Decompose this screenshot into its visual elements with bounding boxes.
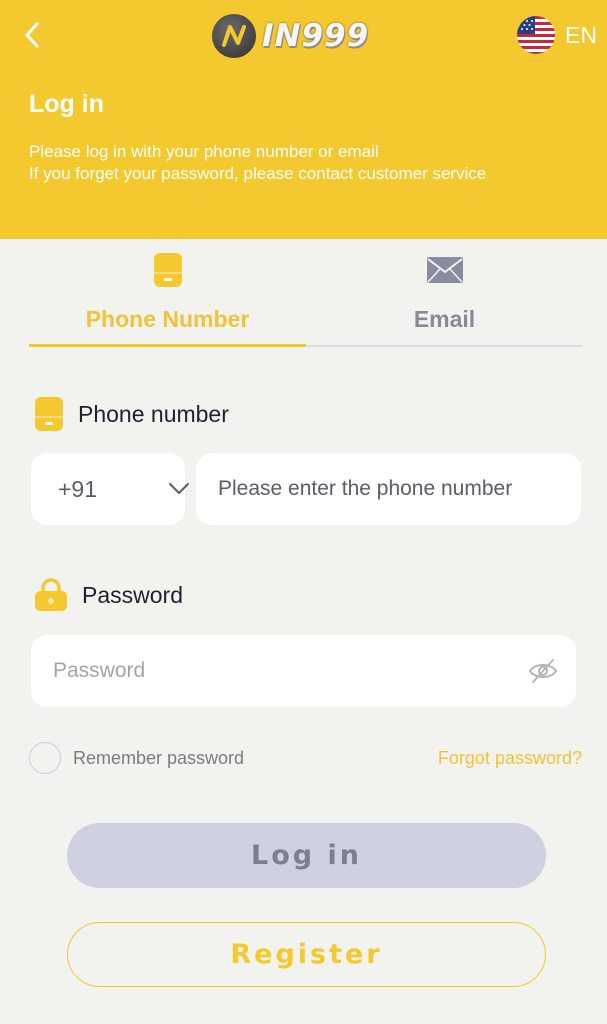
- us-flag-icon: [517, 16, 555, 54]
- header: IN999 EN Log in Please log in with your …: [0, 0, 607, 239]
- password-input[interactable]: [31, 635, 511, 707]
- brand-logo: IN999: [212, 12, 369, 60]
- lock-icon: [35, 578, 67, 611]
- subtitle-line: Please log in with your phone number or …: [29, 142, 379, 161]
- login-method-tabs: Phone Number Email: [29, 246, 582, 347]
- password-field-label: Password: [82, 581, 183, 608]
- subtitle: Please log in with your phone number or …: [29, 141, 486, 185]
- eye-off-icon[interactable]: [528, 657, 558, 685]
- tab-label: Email: [413, 306, 476, 332]
- language-selector[interactable]: EN: [517, 16, 597, 54]
- remember-password-checkbox[interactable]: [29, 742, 61, 774]
- chevron-left-icon: [25, 22, 39, 48]
- page-title: Log in: [29, 90, 104, 118]
- phone-icon: [35, 397, 63, 431]
- back-button[interactable]: [20, 20, 44, 50]
- phone-number-input[interactable]: [196, 453, 581, 525]
- remember-password[interactable]: Remember password: [29, 742, 244, 774]
- phone-icon: [153, 253, 182, 287]
- language-label: EN: [565, 21, 597, 48]
- email-icon: [426, 257, 463, 283]
- login-button[interactable]: Log in: [67, 823, 546, 888]
- country-code-value: +91: [58, 475, 98, 502]
- tab-email[interactable]: Email: [306, 246, 583, 347]
- phone-field-label: Phone number: [78, 400, 229, 427]
- password-field: [31, 635, 576, 707]
- logo-mark-icon: [212, 14, 256, 58]
- country-code-select[interactable]: +91: [31, 453, 189, 525]
- tab-label: Phone Number: [85, 306, 250, 332]
- password-field-header: Password: [34, 578, 183, 612]
- tab-phone-number[interactable]: Phone Number: [29, 246, 306, 347]
- chevron-down-icon: [169, 483, 189, 494]
- logo-text: IN999: [262, 18, 370, 54]
- phone-field-header: Phone number: [34, 396, 229, 432]
- remember-password-label: Remember password: [73, 747, 245, 768]
- subtitle-line: If you forget your password, please cont…: [29, 164, 487, 183]
- forgot-password-link[interactable]: Forgot password?: [438, 748, 582, 769]
- register-button[interactable]: Register: [67, 922, 546, 987]
